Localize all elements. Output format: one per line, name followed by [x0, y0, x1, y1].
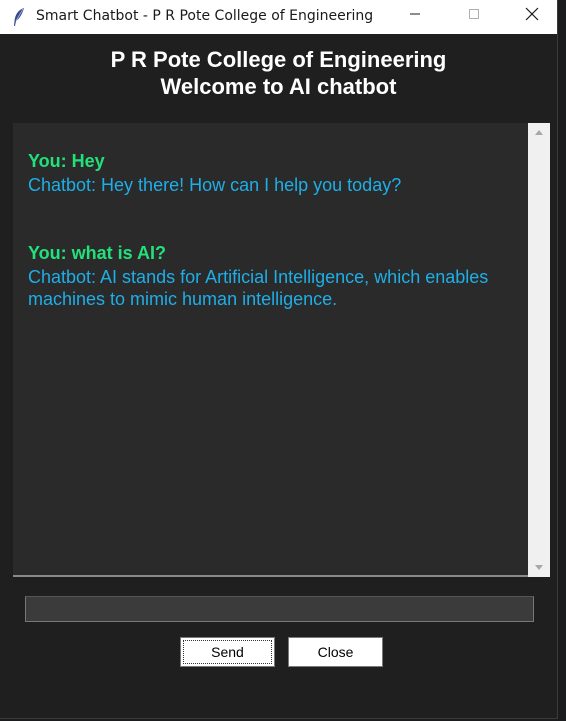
close-button[interactable]: Close: [288, 637, 383, 667]
chat-display[interactable]: You: Hey Chatbot: Hey there! How can I h…: [13, 123, 528, 577]
bot-message: Chatbot: AI stands for Artificial Intell…: [28, 267, 489, 309]
user-message: You: what is AI?: [28, 243, 166, 263]
scroll-down-button[interactable]: [528, 559, 550, 577]
background-editor-edge: [558, 0, 566, 721]
welcome-heading: Welcome to AI chatbot: [160, 74, 397, 99]
scroll-up-arrow-icon: [534, 123, 544, 141]
user-message: You: Hey: [28, 151, 105, 171]
maximize-icon: [468, 7, 480, 25]
minimize-button[interactable]: [392, 0, 438, 32]
window-title: Smart Chatbot - P R Pote College of Engi…: [36, 8, 374, 24]
title-bar[interactable]: Smart Chatbot - P R Pote College of Engi…: [0, 0, 557, 34]
minimize-icon: [409, 7, 421, 25]
feather-icon: [12, 7, 26, 27]
chatbot-window: Smart Chatbot - P R Pote College of Engi…: [0, 0, 558, 719]
scroll-up-button[interactable]: [528, 123, 550, 141]
message-input[interactable]: [25, 596, 534, 622]
chat-scrollbar[interactable]: [528, 123, 550, 577]
bot-message: Chatbot: Hey there! How can I help you t…: [28, 175, 402, 195]
close-window-button[interactable]: [509, 0, 555, 32]
college-heading: P R Pote College of Engineering: [110, 47, 447, 72]
send-button[interactable]: Send: [180, 637, 275, 667]
maximize-button[interactable]: [451, 0, 497, 32]
close-icon: [525, 7, 539, 26]
scroll-down-arrow-icon: [534, 559, 544, 577]
